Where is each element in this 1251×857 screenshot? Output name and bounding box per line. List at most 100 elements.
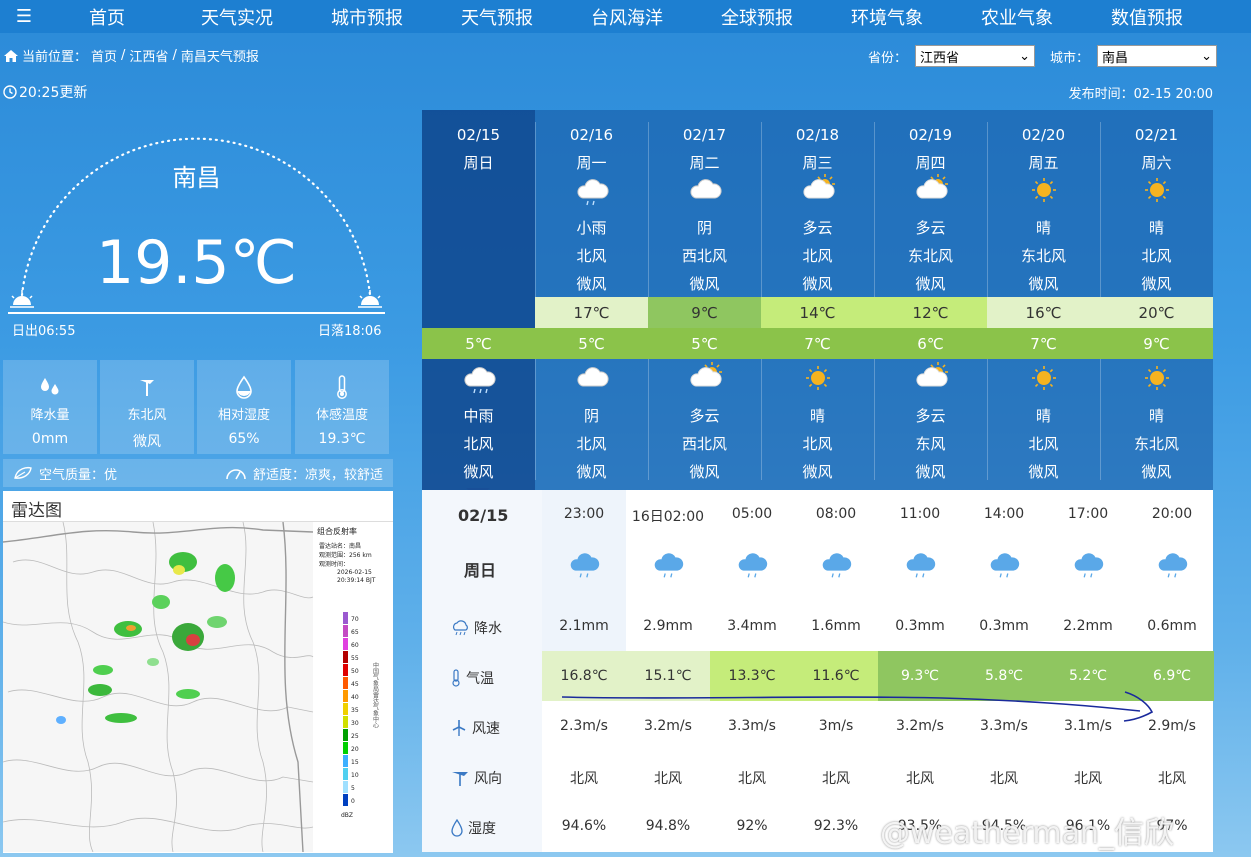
home-icon bbox=[4, 49, 18, 62]
day-wind-level: 微风 bbox=[915, 275, 946, 293]
night-wind: 东风 bbox=[915, 435, 946, 453]
hand-drawn-arrow bbox=[561, 691, 1154, 722]
wind-vane-icon bbox=[100, 370, 194, 404]
day-weather: 晴 bbox=[1148, 219, 1164, 237]
day-column[interactable]: 02/19 周四 多云 东北风 微风 12℃ 6℃ 多云 东风 微风 bbox=[874, 110, 987, 490]
city-select[interactable]: 南昌 ⌄ bbox=[1097, 45, 1218, 67]
nav-item-global[interactable]: 全球预报 bbox=[721, 4, 793, 30]
day-dow: 周五 bbox=[1028, 154, 1059, 172]
day-column[interactable]: 02/16 周一 小雨 北风 微风 17℃ 5℃ 阴北风 微风 bbox=[535, 110, 648, 490]
leaf-icon bbox=[14, 467, 32, 479]
day-weather-icon bbox=[648, 172, 761, 208]
night-wind-level: 微风 bbox=[576, 463, 607, 481]
day-column[interactable]: 02/15 周日 5℃ 中雨 北风 微风 bbox=[422, 110, 535, 490]
day-column[interactable]: 02/20 周五晴东北风 微风 16℃ 7℃ 晴北风 微风 bbox=[987, 110, 1100, 490]
tile-precipitation: 降水量 0mm bbox=[3, 360, 97, 454]
day-date: 02/21 bbox=[1134, 126, 1179, 144]
day-date: 02/17 bbox=[682, 126, 727, 144]
radar-color-scale: 7065605550454035302520151050dBZ bbox=[341, 612, 359, 819]
province-label: 省份： bbox=[868, 50, 908, 66]
radar-panel: 雷达图 组合反射率 雷达站名：南昌 观测范围：256 km 观测时间： 2026… bbox=[3, 491, 393, 853]
sunny-icon bbox=[1031, 366, 1056, 390]
radar-scale-label: 70 bbox=[351, 616, 359, 623]
radar-scale-swatch bbox=[343, 612, 348, 624]
radar-scale-swatch bbox=[343, 794, 348, 806]
nav-item-forecast[interactable]: 天气预报 bbox=[461, 4, 533, 30]
radar-scale-label: 20 bbox=[351, 746, 359, 753]
day-column[interactable]: 02/21 周六晴北风 微风 20℃ 9℃ 晴东北风 微风 bbox=[1100, 110, 1213, 490]
sunny-icon bbox=[1144, 366, 1169, 390]
radar-scale-swatch bbox=[343, 729, 348, 741]
night-weather: 阴 bbox=[583, 407, 599, 425]
nav-item-home[interactable]: 首页 bbox=[89, 4, 125, 30]
thermometer-icon bbox=[295, 370, 389, 404]
day-wind: 北风 bbox=[576, 247, 607, 265]
night-wind: 东北风 bbox=[1133, 435, 1179, 453]
low-temp: 9℃ bbox=[1100, 328, 1213, 359]
night-wind-level: 微风 bbox=[689, 463, 720, 481]
gauge-icon bbox=[226, 469, 246, 480]
nav-item-numerical[interactable]: 数值预报 bbox=[1111, 4, 1183, 30]
day-weather-icon bbox=[535, 172, 648, 208]
night-wind-level: 微风 bbox=[802, 463, 833, 481]
radar-scale-label: 40 bbox=[351, 694, 359, 701]
province-select[interactable]: 江西省 ⌄ bbox=[915, 45, 1036, 67]
air-quality: 空气质量：优 bbox=[39, 467, 118, 483]
day-wind: 东北风 bbox=[907, 247, 953, 265]
day-wind: 西北风 bbox=[681, 247, 727, 265]
partly-cloudy-icon bbox=[915, 174, 948, 199]
overcast-icon bbox=[576, 367, 609, 387]
breadcrumb-province[interactable]: 江西省 bbox=[129, 46, 168, 65]
radar-scale-label: 45 bbox=[351, 681, 359, 688]
high-temp: 12℃ bbox=[874, 297, 987, 328]
day-dow: 周三 bbox=[802, 154, 833, 172]
high-temp: 9℃ bbox=[648, 297, 761, 328]
partly-cloudy-icon bbox=[915, 362, 948, 387]
nav-item-agriculture[interactable]: 农业气象 bbox=[981, 4, 1053, 30]
night-weather-icon bbox=[1100, 360, 1213, 396]
night-weather: 中雨 bbox=[463, 407, 494, 425]
partly-cloudy-icon bbox=[689, 362, 722, 387]
night-wind: 北风 bbox=[1028, 435, 1059, 453]
low-temp: 6℃ bbox=[874, 328, 987, 359]
nav-item-environment[interactable]: 环境气象 bbox=[851, 4, 923, 30]
night-weather: 多云 bbox=[689, 407, 720, 425]
night-weather: 晴 bbox=[1035, 407, 1051, 425]
city-select-wrap: 城市： 南昌 ⌄ bbox=[1050, 45, 1218, 67]
nav-item-live[interactable]: 天气实况 bbox=[201, 4, 273, 30]
high-temp: 17℃ bbox=[535, 297, 648, 328]
high-temp: 14℃ bbox=[761, 297, 874, 328]
radar-scale-label: 60 bbox=[351, 642, 359, 649]
breadcrumb-home[interactable]: 首页 bbox=[91, 46, 117, 65]
day-wind-level: 微风 bbox=[1028, 275, 1059, 293]
menu-icon[interactable]: ☰ bbox=[0, 6, 48, 27]
province-select-wrap: 省份： 江西省 ⌄ bbox=[868, 45, 1036, 67]
breadcrumb: 当前位置： 首页 / 江西省 / 南昌天气预报 bbox=[4, 46, 259, 65]
night-weather-icon bbox=[987, 360, 1100, 396]
day-date: 02/15 bbox=[456, 126, 501, 144]
day-column[interactable]: 02/18 周三 多云 北风 微风 14℃ 7℃ 晴北风 微风 bbox=[761, 110, 874, 490]
high-temp: 20℃ bbox=[1100, 297, 1213, 328]
night-wind: 北风 bbox=[576, 435, 607, 453]
radar-title: 雷达图 bbox=[3, 491, 393, 522]
radar-scale-label: 10 bbox=[351, 772, 359, 779]
radar-scale-label: 25 bbox=[351, 733, 359, 740]
night-weather: 晴 bbox=[1148, 407, 1164, 425]
night-weather-icon bbox=[535, 360, 648, 396]
radar-map[interactable]: 组合反射率 雷达站名：南昌 观测范围：256 km 观测时间： 2026-02-… bbox=[3, 522, 393, 852]
day-column[interactable]: 02/17 周二阴西北风 微风 9℃ 5℃ 多云 西北风 微风 bbox=[648, 110, 761, 490]
radar-time-label: 观测时间： bbox=[319, 560, 349, 568]
nav-item-typhoon[interactable]: 台风海洋 bbox=[591, 4, 663, 30]
sun-arc bbox=[8, 137, 385, 314]
top-nav: ☰ 首页 天气实况 城市预报 天气预报 台风海洋 全球预报 环境气象 农业气象 … bbox=[0, 0, 1251, 33]
low-temp: 5℃ bbox=[648, 328, 761, 359]
night-weather-icon bbox=[874, 360, 987, 396]
day-weather-icon bbox=[1100, 172, 1213, 208]
sunrise-time: 日出06:55 bbox=[12, 324, 76, 339]
radar-scale-label: 15 bbox=[351, 759, 359, 766]
overcast-icon bbox=[689, 179, 722, 199]
radar-scale-unit: dBZ bbox=[341, 812, 353, 819]
day-weather: 多云 bbox=[915, 219, 946, 237]
nav-item-city-forecast[interactable]: 城市预报 bbox=[331, 4, 403, 30]
breadcrumb-current[interactable]: 南昌天气预报 bbox=[181, 46, 259, 65]
